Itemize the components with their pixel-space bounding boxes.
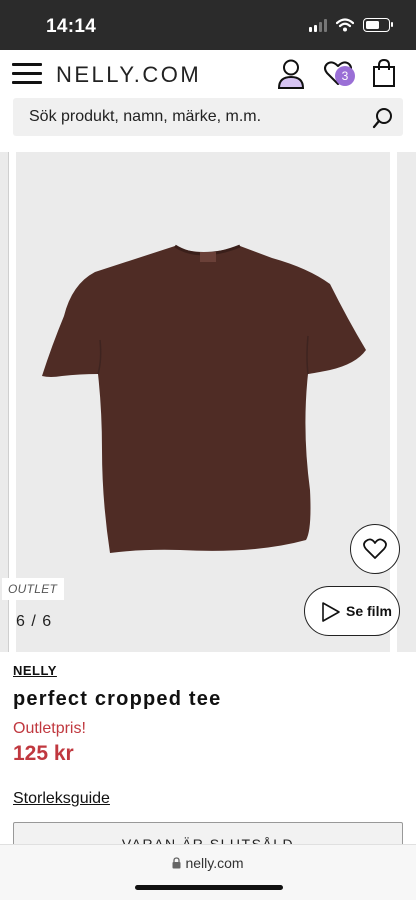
wifi-icon [336, 18, 354, 32]
bag-icon[interactable] [371, 58, 397, 88]
price-label: Outletpris! [13, 720, 86, 737]
url-text: nelly.com [185, 855, 244, 871]
image-counter: 6 / 6 [16, 613, 53, 630]
site-logo[interactable]: NELLY.COM [56, 62, 201, 88]
product-photo [42, 244, 366, 553]
status-time: 14:14 [46, 16, 97, 37]
battery-icon [363, 18, 393, 32]
browser-url-bar[interactable]: nelly.com [0, 844, 416, 900]
menu-icon[interactable] [12, 62, 44, 86]
play-icon [322, 602, 340, 622]
product-price: 125 kr [13, 742, 74, 765]
search-input[interactable]: Sök produkt, namn, märke, m.m. [13, 98, 403, 136]
product-name: perfect cropped tee [13, 688, 222, 710]
status-icons [309, 18, 393, 32]
previous-image-peek[interactable] [0, 152, 8, 652]
watch-film-button[interactable]: Se film [304, 586, 400, 636]
size-guide-link[interactable]: Storleksguide [13, 790, 110, 808]
add-to-wishlist-button[interactable] [350, 524, 400, 574]
product-gallery[interactable] [0, 152, 416, 652]
heart-icon [363, 538, 387, 559]
product-image[interactable] [16, 152, 390, 652]
next-image-peek[interactable] [397, 152, 416, 652]
search-placeholder: Sök produkt, namn, märke, m.m. [29, 108, 262, 125]
signal-icon [309, 18, 327, 32]
home-indicator[interactable] [135, 885, 283, 890]
lock-icon [172, 857, 181, 869]
watch-film-label: Se film [346, 603, 392, 619]
outlet-tag: OUTLET [2, 578, 64, 600]
wishlist-count-badge: 3 [335, 66, 355, 86]
status-bar: 14:14 [0, 0, 416, 50]
account-icon[interactable] [276, 58, 306, 90]
product-brand-link[interactable]: NELLY [13, 663, 57, 678]
search-icon[interactable] [372, 107, 394, 129]
